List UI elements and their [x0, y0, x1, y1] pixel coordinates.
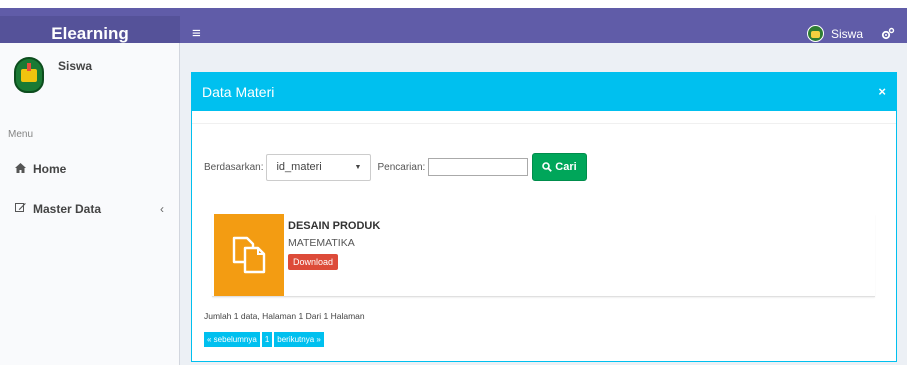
chevron-left-icon: ‹ [160, 202, 164, 216]
search-input[interactable] [428, 158, 529, 176]
user-menu[interactable]: Siswa [806, 16, 863, 51]
close-icon[interactable]: × [878, 84, 886, 99]
prev-page-button[interactable]: « sebelumnya [204, 332, 260, 347]
material-subject: MATEMATIKA [288, 237, 355, 249]
search-icon [542, 162, 553, 172]
next-page-button[interactable]: berikutnya » [274, 332, 324, 347]
filter-by-value: id_materi [276, 161, 322, 173]
filter-by-select[interactable]: id_materi ▼ [266, 153, 372, 181]
list-item: DESAIN PRODUK MATEMATIKA Download [212, 214, 875, 297]
edit-icon [15, 202, 33, 216]
sidebar-item-master-data[interactable]: Master Data ‹ [0, 194, 179, 224]
caret-down-icon: ▼ [354, 163, 362, 171]
sidebar-item-label: Home [33, 162, 67, 176]
search-form: Berdasarkan: id_materi ▼ Pencarian: Cari [204, 153, 587, 181]
home-icon [15, 162, 33, 176]
data-materi-box: Data Materi × Berdasarkan: id_materi ▼ P… [191, 72, 897, 362]
copy-files-icon [214, 214, 284, 296]
user-panel: Siswa [12, 55, 92, 97]
sidebar-item-home[interactable]: Home [0, 154, 179, 184]
list-item-content: DESAIN PRODUK MATEMATIKA Download [288, 220, 380, 270]
pagination: « sebelumnya 1 berikutnya » [204, 332, 324, 347]
search-button-label: Cari [555, 161, 577, 173]
search-button[interactable]: Cari [532, 153, 587, 181]
divider [192, 123, 896, 124]
filter-by-label: Berdasarkan: [204, 161, 264, 173]
user-avatar-icon [806, 25, 824, 42]
page-number-button[interactable]: 1 [261, 332, 273, 347]
sidebar-toggle-button[interactable]: ≡ [192, 16, 201, 51]
box-title: Data Materi [202, 84, 275, 100]
box-header: Data Materi × [192, 73, 896, 111]
school-logo-icon [12, 55, 46, 97]
download-button[interactable]: Download [288, 254, 339, 270]
navbar-user-name: Siswa [830, 26, 863, 41]
sidebar: Siswa Menu Home Master Data ‹ [0, 43, 180, 365]
gears-icon[interactable] [881, 16, 895, 51]
search-label: Pencarian: [377, 161, 426, 173]
sidebar-user-name: Siswa [58, 59, 93, 73]
pagination-info: Jumlah 1 data, Halaman 1 Dari 1 Halaman [204, 311, 365, 321]
top-navbar: Elearning ≡ Siswa [0, 0, 907, 51]
sidebar-item-label: Master Data [33, 202, 102, 216]
material-title: DESAIN PRODUK [288, 220, 381, 232]
menu-header: Menu [8, 129, 34, 140]
